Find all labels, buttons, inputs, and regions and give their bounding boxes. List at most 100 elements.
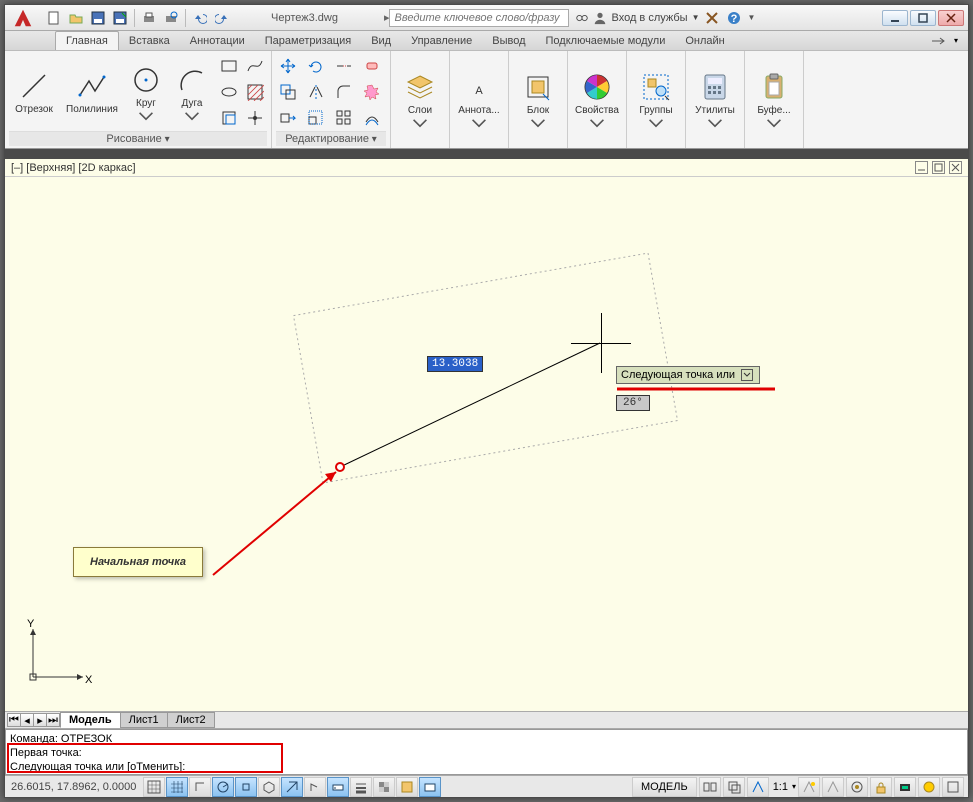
signin-link[interactable]: Вход в службы <box>611 12 687 24</box>
ducs-icon[interactable] <box>304 777 326 797</box>
close-button[interactable] <box>938 10 964 26</box>
signin-dropdown-icon[interactable]: ▼ <box>692 13 700 22</box>
sheet-tab-2[interactable]: Лист2 <box>167 712 215 728</box>
vp-minimize-icon[interactable] <box>915 161 928 174</box>
angle-input[interactable]: 26° <box>616 395 650 411</box>
clipboard-button[interactable]: Буфе... <box>749 64 799 136</box>
circle-button[interactable]: Круг <box>125 56 167 128</box>
osnap-icon[interactable] <box>235 777 257 797</box>
stretch-icon[interactable] <box>276 106 300 130</box>
clean-screen-icon[interactable] <box>942 777 964 797</box>
polar-icon[interactable] <box>212 777 234 797</box>
rotate-icon[interactable] <box>304 54 328 78</box>
polyline-button[interactable]: Полилиния <box>63 56 121 128</box>
sheet-prev-icon[interactable]: ◂ <box>20 713 34 727</box>
utilities-button[interactable]: Утилиты <box>690 64 740 136</box>
workspace-icon[interactable] <box>846 777 868 797</box>
array-icon[interactable] <box>332 106 356 130</box>
print-preview-icon[interactable] <box>162 9 180 27</box>
toolbar-lock-icon[interactable] <box>870 777 892 797</box>
sheet-tab-model[interactable]: Модель <box>60 712 121 728</box>
hardware-accel-icon[interactable] <box>894 777 916 797</box>
binoculars-icon[interactable] <box>575 11 589 25</box>
block-button[interactable]: Блок <box>513 64 563 136</box>
help-search-input[interactable] <box>389 9 569 27</box>
tab-view[interactable]: Вид <box>361 32 401 50</box>
save-icon[interactable] <box>89 9 107 27</box>
length-input[interactable]: 13.3038 <box>427 356 483 372</box>
grid-display-icon[interactable] <box>166 777 188 797</box>
tab-insert[interactable]: Вставка <box>119 32 180 50</box>
redo-icon[interactable] <box>213 9 231 27</box>
tab-annotations[interactable]: Аннотации <box>180 32 255 50</box>
sheet-next-icon[interactable]: ▸ <box>33 713 47 727</box>
erase-icon[interactable] <box>360 54 384 78</box>
otrack-icon[interactable] <box>281 777 303 797</box>
tooltip-options-icon[interactable] <box>741 369 753 381</box>
quickview-drawings-icon[interactable] <box>723 777 745 797</box>
annotation-visibility-icon[interactable] <box>798 777 820 797</box>
snap-grid-icon[interactable] <box>143 777 165 797</box>
spline-icon[interactable] <box>243 54 267 78</box>
explode-icon[interactable] <box>360 80 384 104</box>
ellipse-icon[interactable] <box>217 80 241 104</box>
panel-draw-label[interactable]: Рисование ▾ <box>9 131 267 146</box>
sheet-first-icon[interactable]: ⏮ <box>7 713 21 727</box>
modelspace-button[interactable]: МОДЕЛЬ <box>632 777 697 797</box>
saveas-icon[interactable] <box>111 9 129 27</box>
vp-maximize-icon[interactable] <box>932 161 945 174</box>
scale-icon[interactable] <box>304 106 328 130</box>
qp-icon[interactable] <box>396 777 418 797</box>
point-icon[interactable] <box>243 106 267 130</box>
scale-display[interactable]: 1:1 <box>771 781 790 793</box>
ribbon-collapse-icon[interactable] <box>930 36 950 46</box>
hatch-icon[interactable] <box>243 80 267 104</box>
undo-icon[interactable] <box>191 9 209 27</box>
layers-button[interactable]: Слои <box>395 64 445 136</box>
minimize-button[interactable] <box>882 10 908 26</box>
vp-close-icon[interactable] <box>949 161 962 174</box>
mirror-icon[interactable] <box>304 80 328 104</box>
properties-button[interactable]: Свойства <box>572 64 622 136</box>
maximize-button[interactable] <box>910 10 936 26</box>
tab-plugins[interactable]: Подключаемые модули <box>536 32 676 50</box>
sheet-last-icon[interactable]: ⏭ <box>46 713 60 727</box>
lineweight-icon[interactable] <box>350 777 372 797</box>
ortho-icon[interactable] <box>189 777 211 797</box>
tab-manage[interactable]: Управление <box>401 32 482 50</box>
groups-button[interactable]: Группы <box>631 64 681 136</box>
move-icon[interactable] <box>276 54 300 78</box>
offset-icon[interactable] <box>360 106 384 130</box>
viewport-controls[interactable]: [–] [Верхняя] [2D каркас] <box>5 159 968 177</box>
osnap3d-icon[interactable] <box>258 777 280 797</box>
command-line[interactable]: Команда: ОТРЕЗОК Первая точка: Следующая… <box>5 729 968 775</box>
annotation-button[interactable]: A Аннота... <box>454 64 504 136</box>
tab-home[interactable]: Главная <box>55 31 119 50</box>
annotation-autoscale-icon[interactable] <box>822 777 844 797</box>
rectangle-icon[interactable] <box>217 54 241 78</box>
new-icon[interactable] <box>45 9 63 27</box>
drawing-area[interactable]: 13.3038 Следующая точка или 26° Начальна… <box>5 177 968 711</box>
region-icon[interactable] <box>217 106 241 130</box>
arc-button[interactable]: Дуга <box>171 56 213 128</box>
panel-edit-label[interactable]: Редактирование ▾ <box>276 131 386 146</box>
sc-icon[interactable] <box>419 777 441 797</box>
copy-icon[interactable] <box>276 80 300 104</box>
tab-online[interactable]: Онлайн <box>675 32 734 50</box>
help-icon[interactable]: ? <box>725 9 743 27</box>
isolate-icon[interactable] <box>918 777 940 797</box>
annotation-scale-icon[interactable] <box>747 777 769 797</box>
tab-output[interactable]: Вывод <box>482 32 535 50</box>
sheet-tab-1[interactable]: Лист1 <box>120 712 168 728</box>
trim-icon[interactable] <box>332 54 356 78</box>
tab-parametric[interactable]: Параметризация <box>255 32 361 50</box>
open-icon[interactable] <box>67 9 85 27</box>
dyn-input-icon[interactable] <box>327 777 349 797</box>
exchange-icon[interactable] <box>703 9 721 27</box>
transparency-icon[interactable] <box>373 777 395 797</box>
application-menu-button[interactable] <box>5 5 41 31</box>
print-icon[interactable] <box>140 9 158 27</box>
line-button[interactable]: Отрезок <box>9 56 59 128</box>
quickview-layouts-icon[interactable] <box>699 777 721 797</box>
fillet-icon[interactable] <box>332 80 356 104</box>
